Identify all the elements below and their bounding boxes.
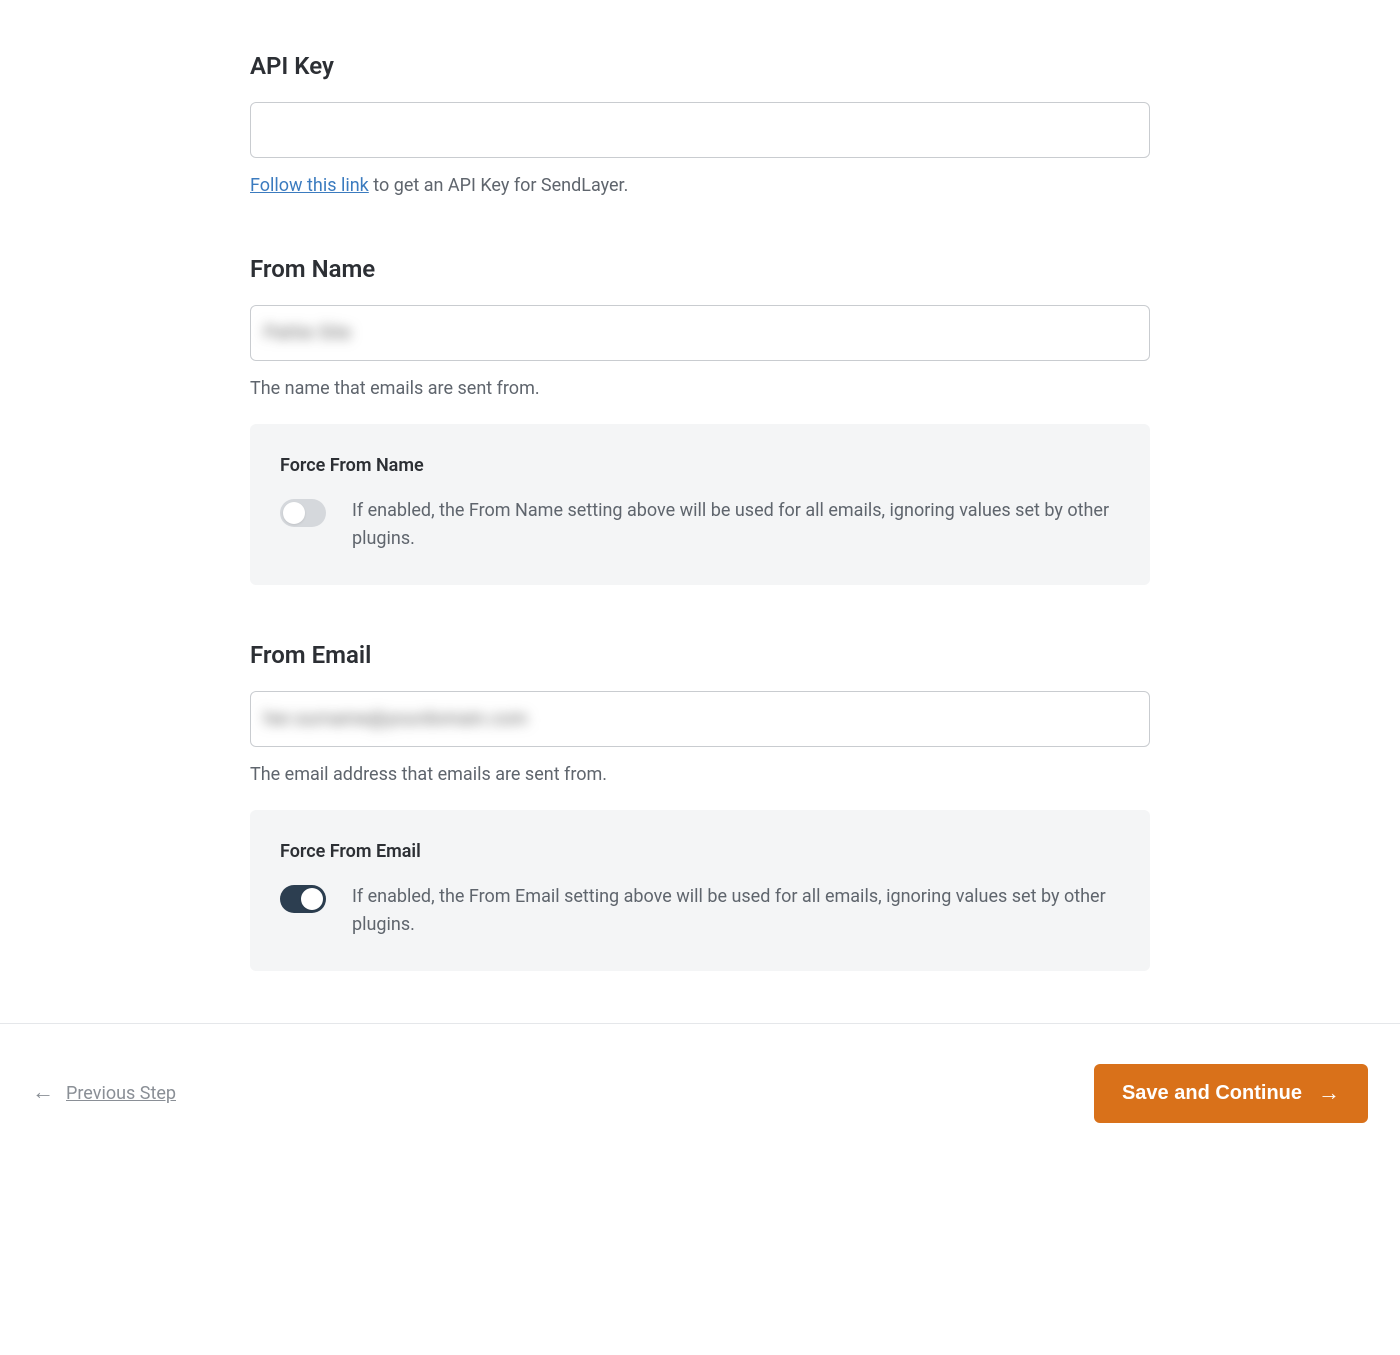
save-continue-label: Save and Continue [1122,1082,1302,1105]
force-from-name-desc: If enabled, the From Name setting above … [352,497,1120,553]
api-key-help-link[interactable]: Follow this link [250,175,369,196]
api-key-help: Follow this link to get an API Key for S… [250,172,1150,199]
force-from-email-desc: If enabled, the From Email setting above… [352,883,1120,939]
from-email-input[interactable] [250,691,1150,747]
arrow-left-icon: ← [32,1082,54,1104]
api-key-help-text: to get an API Key for SendLayer. [369,175,629,196]
from-name-group: From Name Pattie Site The name that emai… [250,251,1150,585]
force-from-name-box: Force From Name If enabled, the From Nam… [250,424,1150,585]
from-email-group: From Email her.surname@yourdomain.com Th… [250,637,1150,971]
from-name-help: The name that emails are sent from. [250,375,1150,402]
force-from-email-title: Force From Email [280,838,1120,865]
previous-step-link[interactable]: ← Previous Step [32,1080,176,1107]
from-name-input[interactable] [250,305,1150,361]
previous-step-label: Previous Step [66,1080,176,1107]
footer-bar: ← Previous Step Save and Continue → [0,1023,1400,1183]
arrow-right-icon: → [1318,1082,1340,1104]
api-key-label: API Key [250,48,1150,84]
from-email-help: The email address that emails are sent f… [250,761,1150,788]
force-from-name-title: Force From Name [280,452,1120,479]
api-key-input[interactable] [250,102,1150,158]
force-from-email-box: Force From Email If enabled, the From Em… [250,810,1150,971]
force-from-email-toggle[interactable] [280,885,326,913]
force-from-name-toggle[interactable] [280,499,326,527]
save-continue-button[interactable]: Save and Continue → [1094,1064,1368,1123]
from-name-label: From Name [250,251,1150,287]
api-key-group: API Key Follow this link to get an API K… [250,48,1150,199]
from-email-label: From Email [250,637,1150,673]
